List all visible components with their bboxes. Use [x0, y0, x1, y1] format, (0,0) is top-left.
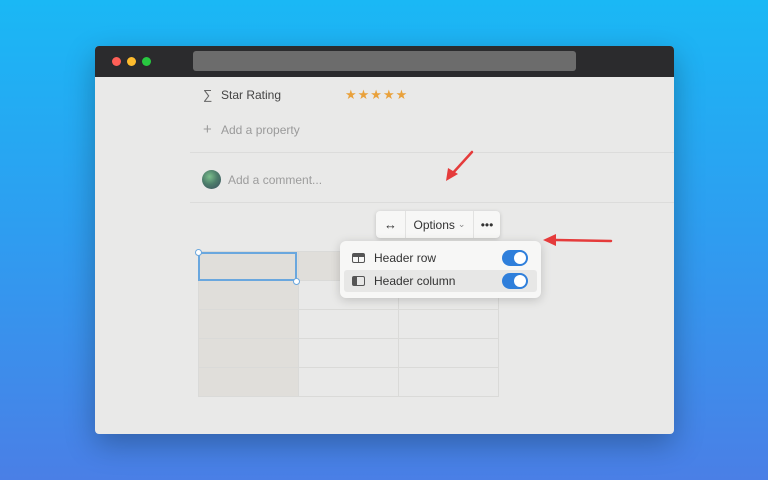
annotation-arrows: [446, 150, 613, 246]
arrow-icon: [543, 234, 613, 246]
arrow-icon: [446, 150, 474, 181]
